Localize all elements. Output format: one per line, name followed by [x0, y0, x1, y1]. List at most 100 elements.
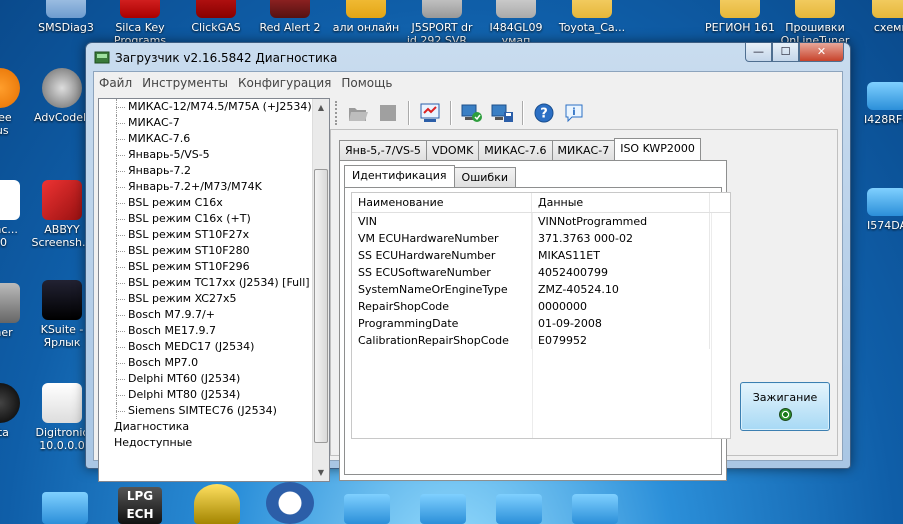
read-button[interactable]	[459, 100, 485, 126]
tree-root-item[interactable]: Недоступные	[99, 435, 329, 451]
tab-errors[interactable]: Ошибки	[453, 167, 516, 187]
scroll-thumb[interactable]	[314, 169, 328, 443]
tree-item[interactable]: Delphi MT60 (J2534)	[99, 371, 329, 387]
tree-item[interactable]: BSL режим XC27x5	[99, 291, 329, 307]
stop-button[interactable]	[375, 100, 401, 126]
desktop-icon-chip-bottom[interactable]	[42, 492, 88, 524]
write-button[interactable]	[489, 100, 515, 126]
cell-value: VINNotProgrammed	[532, 213, 710, 230]
table-row[interactable]: SystemNameOrEngineType ZMZ-40524.10	[352, 281, 730, 298]
table-row[interactable]: SS ECUHardwareNumber MIKAS11ET	[352, 247, 730, 264]
folder-icon	[795, 0, 835, 18]
desktop-icon-j5sport[interactable]: J5SPORT dr id 292 SVR...	[402, 0, 482, 47]
stop-icon	[380, 105, 396, 121]
desktop-icon-i484gl09[interactable]: I484GL09 умап	[476, 0, 556, 47]
table-row[interactable]: VIN VINNotProgrammed	[352, 213, 730, 230]
desktop-icon-chip-bottom-2[interactable]	[344, 494, 390, 524]
desktop-icon-ali[interactable]: али онлайн	[326, 0, 406, 34]
desktop-icon-region161[interactable]: РЕГИОН 161	[700, 0, 780, 34]
column-header-data[interactable]: Данные	[532, 193, 710, 212]
desktop-icon-chip-bottom-5[interactable]	[572, 494, 618, 524]
desktop-icon-t-bottom[interactable]	[266, 482, 314, 524]
desktop-icon-lpg[interactable]: LPG ECH	[118, 487, 162, 524]
tab-content: Идентификация Ошибки Наименование Данные…	[339, 160, 731, 481]
tree-item[interactable]: BSL режим C16x	[99, 195, 329, 211]
column-divider	[532, 213, 533, 438]
tree-item[interactable]: Siemens SIMTEC76 (J2534)	[99, 403, 329, 419]
menu-tools[interactable]: Инструменты	[137, 76, 233, 90]
tree-item[interactable]: BSL режим ST10F27x	[99, 227, 329, 243]
tree-root-item[interactable]: Диагностика	[99, 419, 329, 435]
tree-item[interactable]: Январь-5/VS-5	[99, 147, 329, 163]
tab-identification[interactable]: Идентификация	[344, 165, 455, 187]
table-row[interactable]: CalibrationRepairShopCode E079952	[352, 332, 730, 349]
tree-item[interactable]: МИКАС-7	[99, 115, 329, 131]
desktop-icon-firmware[interactable]: Прошивки OnLineTuner	[775, 0, 855, 47]
cell-name: CalibrationRepairShopCode	[352, 332, 532, 349]
column-header-name[interactable]: Наименование	[352, 193, 532, 212]
menu-help[interactable]: Помощь	[336, 76, 397, 90]
app-icon	[42, 68, 82, 108]
desktop-icon-redalert[interactable]: Red Alert 2	[250, 0, 330, 34]
tree-item[interactable]: BSL режим ST10F280	[99, 243, 329, 259]
tree-item[interactable]: Январь-7.2	[99, 163, 329, 179]
desktop-icon-i428rfc[interactable]: I428RFC	[847, 76, 903, 126]
tree-item[interactable]: Bosch ME17.9.7	[99, 323, 329, 339]
table-row[interactable]: ProgrammingDate 01-09-2008	[352, 315, 730, 332]
cell-value: ZMZ-40524.10	[532, 281, 710, 298]
desktop-icon-smsdiag3[interactable]: SMSDiag3	[26, 0, 106, 34]
tree-scrollbar[interactable]: ▲ ▼	[312, 99, 329, 481]
scroll-down-icon[interactable]: ▼	[313, 464, 329, 481]
desktop-icon-tool-bottom[interactable]	[194, 484, 240, 524]
tree-item[interactable]: Bosch MEDC17 (J2534)	[99, 339, 329, 355]
tree-item[interactable]: Bosch MP7.0	[99, 355, 329, 371]
table-row[interactable]: VM ECUHardwareNumber 371.3763 000-02	[352, 230, 730, 247]
menu-file[interactable]: Файл	[94, 76, 137, 90]
tab-jan5[interactable]: Янв-5,-7/VS-5	[339, 140, 427, 160]
app-icon	[94, 51, 110, 64]
close-button[interactable]: ✕	[799, 43, 844, 62]
table-row[interactable]: RepairShopCode 0000000	[352, 298, 730, 315]
desktop-icon-clickgas[interactable]: ClickGAS	[176, 0, 256, 34]
folder-icon	[572, 0, 612, 18]
info-button[interactable]: i	[561, 100, 587, 126]
tab-mikas7[interactable]: МИКАС-7	[551, 140, 616, 160]
app-icon	[270, 0, 310, 18]
minimize-button[interactable]: —	[745, 43, 772, 62]
tab-iso-kwp2000[interactable]: ISO KWP2000	[614, 138, 701, 160]
tree-item[interactable]: BSL режим TC17xx (J2534) [Full]	[99, 275, 329, 291]
ignition-button[interactable]: Зажигание	[740, 382, 830, 431]
icon-label: схемы	[873, 21, 903, 34]
app-icon	[496, 0, 536, 18]
tab-mikas76[interactable]: МИКАС-7.6	[478, 140, 553, 160]
desktop-icon-toyota[interactable]: Toyota_Ca...	[552, 0, 632, 34]
desktop-icon-silca[interactable]: Silca Key Programs	[100, 0, 180, 47]
icon-label-2: rus	[0, 124, 9, 137]
tree-item[interactable]: BSL режим C16x (+T)	[99, 211, 329, 227]
open-folder-button[interactable]	[345, 100, 371, 126]
icon-label: I574DA	[866, 219, 903, 232]
table-row[interactable]: SS ECUSoftwareNumber 4052400799	[352, 264, 730, 281]
help-button[interactable]: ?	[531, 100, 557, 126]
desktop-icon-chip-bottom-3[interactable]	[420, 494, 466, 524]
menu-config[interactable]: Конфигурация	[233, 76, 336, 90]
tab-vdomk[interactable]: VDOMK	[425, 140, 480, 160]
report-button[interactable]	[417, 100, 443, 126]
tree-item[interactable]: Bosch M7.9.7/+	[99, 307, 329, 323]
maximize-button[interactable]: ☐	[772, 43, 799, 62]
module-tree[interactable]: МИКАС-12/M74.5/M75A (+J2534) МИКАС-7 МИКАС…	[98, 98, 330, 482]
tree-item[interactable]: Январь-7.2+/M73/M74K	[99, 179, 329, 195]
app-icon	[0, 68, 20, 108]
tree-item[interactable]: BSL режим ST10F296	[99, 259, 329, 275]
tree-item[interactable]: Delphi MT80 (J2534)	[99, 387, 329, 403]
scroll-up-icon[interactable]: ▲	[313, 99, 329, 116]
title-bar[interactable]: Загрузчик v2.16.5842 Диагностика — ☐ ✕	[86, 43, 850, 71]
toolbar: ? i	[335, 98, 587, 128]
grid-header: Наименование Данные	[352, 193, 730, 213]
desktop-icon-schemes[interactable]: схемы	[852, 0, 903, 34]
desktop-icon-i574da[interactable]: I574DA	[847, 182, 903, 232]
tree-item[interactable]: МИКАС-7.6	[99, 131, 329, 147]
tree-item[interactable]: МИКАС-12/M74.5/M75A (+J2534)	[99, 99, 329, 115]
desktop-icon-chip-bottom-4[interactable]	[496, 494, 542, 524]
identification-grid[interactable]: Наименование Данные VIN VINNotProgrammed V…	[351, 192, 731, 439]
